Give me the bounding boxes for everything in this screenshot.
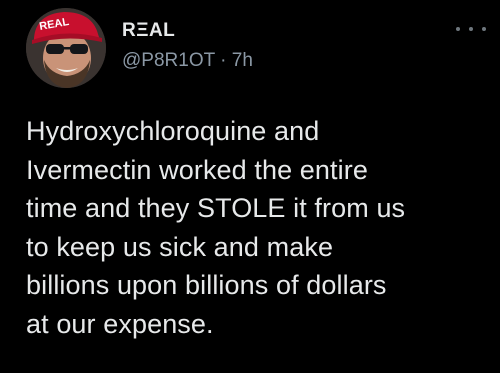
tweet-text-line: to keep us sick and make bbox=[26, 231, 334, 262]
timestamp[interactable]: 7h bbox=[232, 50, 253, 71]
dot bbox=[469, 27, 473, 31]
avatar-image: REAL bbox=[26, 8, 106, 88]
avatar[interactable]: REAL bbox=[26, 8, 106, 88]
dot bbox=[456, 27, 460, 31]
tweet-text-line: Hydroxychloroquine and bbox=[26, 116, 320, 146]
author-handle[interactable]: @P8R1OT bbox=[122, 50, 215, 71]
tweet-text-line: time and they STOLE it from us bbox=[26, 193, 406, 223]
tweet-text-line: billions upon billions of dollars bbox=[26, 270, 387, 300]
meta-separator: · bbox=[214, 50, 232, 71]
tweet-text-line: at our expense. bbox=[26, 308, 214, 339]
author-meta: @P8R1OT · 7h bbox=[122, 50, 253, 72]
more-options-icon[interactable] bbox=[456, 22, 486, 36]
tweet-text-line: Ivermectin worked the entire bbox=[26, 154, 368, 185]
display-name[interactable]: RΞAL bbox=[122, 20, 175, 42]
dot bbox=[482, 27, 486, 31]
tweet-text: Hydroxychloroquine and Ivermectin worked… bbox=[26, 112, 496, 343]
tweet-card[interactable]: REAL RΞAL @P8R1OT · 7h Hydroxychloroquin… bbox=[0, 0, 500, 373]
